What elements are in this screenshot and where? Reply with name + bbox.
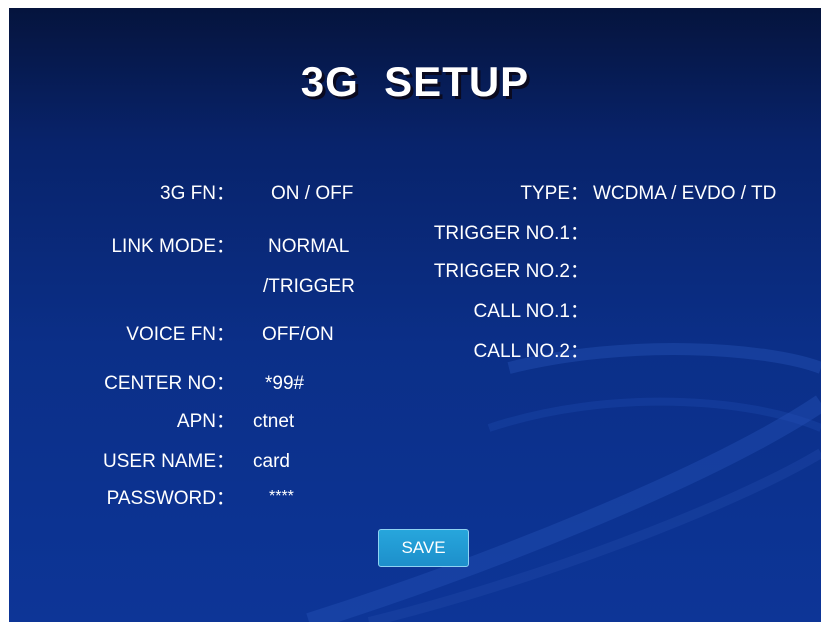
voice-fn-value[interactable]: OFF/ON: [262, 324, 334, 346]
type-value[interactable]: WCDMA / EVDO / TD: [593, 183, 776, 205]
trigger-no1-label: TRIGGER NO.1：: [433, 223, 589, 244]
center-no-value[interactable]: *99#: [265, 373, 304, 395]
user-name-value[interactable]: card: [253, 451, 290, 473]
save-button[interactable]: SAVE: [378, 529, 469, 567]
fn-value[interactable]: ON / OFF: [271, 183, 353, 205]
page-title: 3G SETUP: [300, 58, 530, 105]
apn-label: APN：: [176, 411, 235, 432]
type-label: TYPE：: [520, 183, 589, 204]
voice-fn-label: VOICE FN：: [126, 324, 235, 345]
password-label: PASSWORD：: [106, 488, 235, 509]
link-mode-value-normal[interactable]: NORMAL: [268, 236, 349, 258]
link-mode-label: LINK MODE：: [111, 236, 235, 257]
trigger-no2-label: TRIGGER NO.2：: [433, 261, 589, 282]
apn-value[interactable]: ctnet: [253, 411, 294, 433]
call-no2-label: CALL NO.2：: [473, 341, 589, 362]
center-no-label: CENTER NO：: [104, 373, 235, 394]
setup-screen: 3G SETUP 3G FN： ON / OFF LINK MODE： NORM…: [9, 8, 821, 622]
link-mode-value-trigger[interactable]: /TRIGGER: [263, 276, 355, 298]
user-name-label: USER NAME：: [103, 451, 235, 472]
password-value[interactable]: ****: [269, 486, 294, 508]
fn-label: 3G FN：: [160, 183, 235, 204]
call-no1-label: CALL NO.1：: [473, 301, 589, 322]
